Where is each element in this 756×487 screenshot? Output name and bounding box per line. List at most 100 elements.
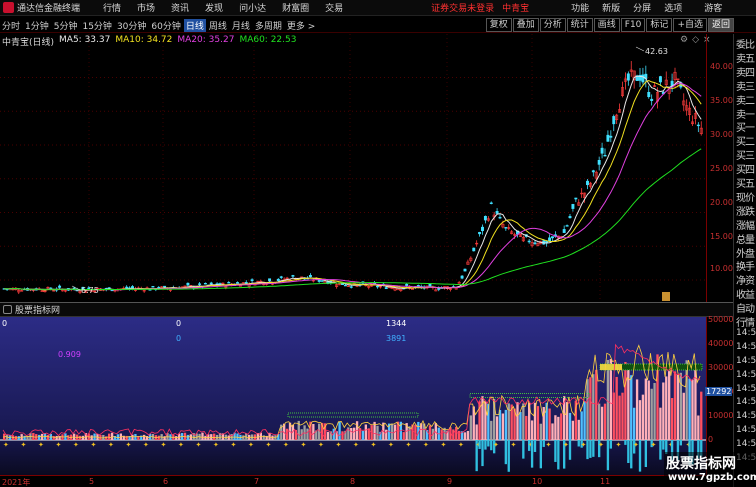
indicator-bar [644,378,647,440]
tab-daily[interactable]: 日线 [183,18,206,32]
indicator-bar [650,388,653,440]
side-item: 卖五 [736,53,755,65]
menu-function[interactable]: 功能 [571,1,589,14]
settings-icon[interactable]: ⚙ [680,35,688,45]
menu-ask[interactable]: 问小达 [239,1,266,14]
draw-button[interactable]: 画线 [593,18,620,32]
menu-options[interactable]: 选项 [664,1,682,14]
butterfly-marker: ✦ [493,441,499,449]
butterfly-marker: ✦ [38,441,44,449]
side-item: 卖三 [736,81,755,93]
indicator-header: 股票指标网 [0,302,733,317]
indicator-bar [201,432,204,440]
candle-body [203,282,207,285]
side-item: 14:50 [736,397,756,408]
candle-body [186,282,190,286]
guest-label[interactable]: 游客 [704,1,722,14]
butterfly-marker: ✦ [21,441,27,449]
indicator-value-v4: 0 [176,334,181,343]
analysis-button[interactable]: 分析 [539,18,566,32]
indicator-neg-bar [679,440,682,446]
overlay-button[interactable]: 叠加 [512,18,539,32]
side-item: 涨跌 [736,206,755,218]
back-button[interactable]: 返回 [707,18,734,32]
indicator-bar [312,423,315,440]
indicator-bar [463,432,467,440]
high-price-pointer [635,46,645,52]
candle-body [574,197,578,200]
indicator-neg-bar [662,440,665,450]
menu-trade[interactable]: 交易 [325,1,343,14]
menu-split-screen[interactable]: 分屏 [633,1,651,14]
f10-button[interactable]: F10 [620,18,646,32]
butterfly-marker: ✦ [3,441,9,449]
menu-new-version[interactable]: 新版 [602,1,620,14]
tab-monthly[interactable]: 月线 [230,19,252,32]
indicator-bar [670,398,674,440]
butterfly-marker: ✦ [248,441,254,449]
butterfly-marker: ✦ [161,441,167,449]
tab-weekly[interactable]: 周线 [207,19,229,32]
candle-body [238,285,242,287]
indicator-bar [673,371,677,440]
candle-body [586,180,589,186]
indicator-bar [600,406,604,440]
menu-news[interactable]: 资讯 [171,1,189,14]
indicator-bar [530,420,534,440]
tab-5min[interactable]: 5分钟 [52,19,80,32]
candle-body [612,116,616,125]
indicator-bar [542,406,545,440]
indicator-bar [568,412,572,440]
indicator-title[interactable]: 股票指标网 [15,303,60,316]
indicator-bar [501,413,505,440]
tab-15min[interactable]: 15分钟 [80,19,113,32]
x-tick: 2021年 [2,478,31,487]
candle-body [308,275,312,278]
y-tick: 20.00 [710,198,733,207]
menu-discover[interactable]: 发现 [205,1,223,14]
tab-more[interactable]: 更多 > [285,19,317,32]
y-tick: 40.00 [710,62,733,71]
butterfly-marker: ✦ [388,441,394,449]
adjust-button[interactable]: 复权 [485,18,512,32]
stats-button[interactable]: 统计 [566,18,593,32]
butterfly-marker: ✦ [441,441,447,449]
indicator-neg-bar [627,440,630,464]
tab-multi-period[interactable]: 多周期 [253,19,284,32]
zoom-icon[interactable]: ◇ [692,35,699,45]
x-tick: 5 [89,477,95,486]
side-item: 卖四 [736,67,755,79]
x-tick: 8 [350,477,356,486]
indicator-bar [548,408,551,440]
candle-body [696,124,700,127]
tab-30min[interactable]: 30分钟 [115,19,148,32]
low-price-label: 6.75 [81,286,99,295]
mark-button[interactable]: 标记 [646,18,673,32]
candle-body [198,283,202,285]
candle-body [250,279,254,282]
butterfly-marker: ✦ [143,441,149,449]
indicator-bar [589,377,592,440]
indicator-value-v6: 0.909 [58,350,81,359]
butterfly-marker: ✦ [56,441,62,449]
menu-wealth[interactable]: 财富圈 [282,1,309,14]
indicator-bar [38,434,41,440]
indicator-bar [615,376,618,440]
tab-60min[interactable]: 60分钟 [149,19,182,32]
menu-market[interactable]: 市场 [137,1,155,14]
menu-quotes[interactable]: 行情 [103,1,121,14]
login-notice[interactable]: 证券交易未登录 [431,1,494,14]
candle-body [527,240,531,243]
side-item: 涨幅 [736,220,755,232]
candle-body [472,247,476,252]
tab-1min[interactable]: 1分钟 [23,19,51,32]
tab-timeshare[interactable]: 分时 [0,19,22,32]
notice-stock: 中青宝 [502,4,530,14]
indicator-chart[interactable]: 0 0 1344 0 3891 0.909 ✦ ✦ ✦ ✦ ✦ ✦ ✦ ✦ ✦ ✦ ✦ ✦ ✦ ✦ ✦ ✦ ✦ ✦ ✦ ✦ ✦ ✦ ✦ ✦… [0,317,706,475]
indicator-neg-bar [659,440,662,460]
kline-chart[interactable]: 42.63 6.75 [0,34,706,302]
indicator-bar [262,435,265,440]
butterfly-marker: ✦ [406,441,412,449]
add-watchlist-button[interactable]: +自选 [673,18,707,32]
indicator-bar [353,427,356,440]
